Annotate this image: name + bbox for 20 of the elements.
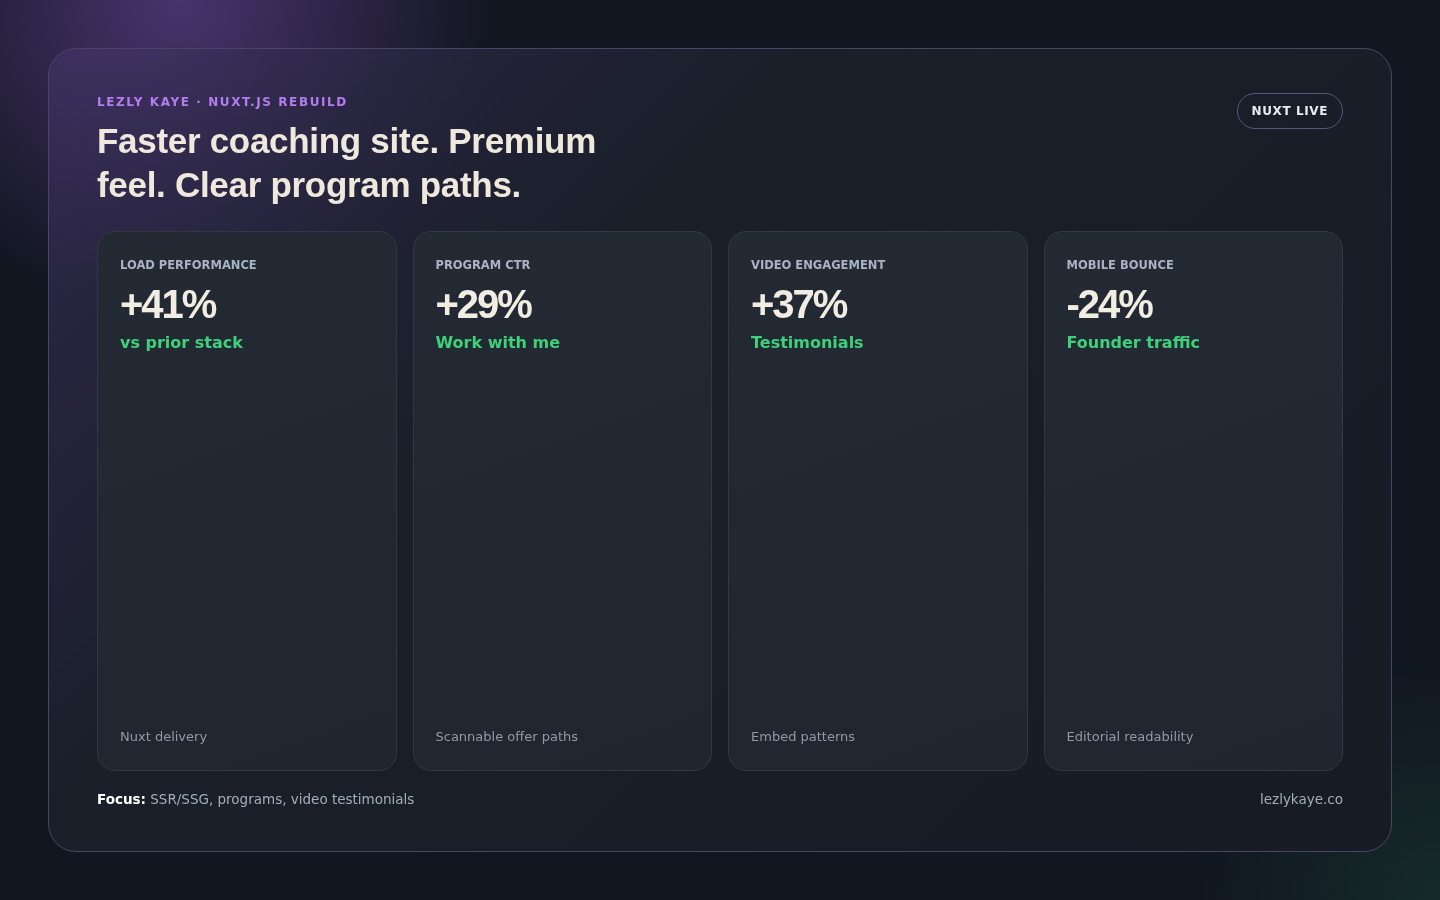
site-url: lezlykaye.co	[1260, 791, 1343, 807]
metric-value: +29%	[435, 282, 533, 327]
eyebrow-label: LEZLY KAYE · NUXT.JS REBUILD	[97, 95, 349, 109]
metric-footer: Scannable offer paths	[435, 729, 689, 744]
metric-note: Testimonials	[751, 333, 865, 352]
metric-note: vs prior stack	[120, 333, 244, 352]
metric-value: +37%	[751, 282, 848, 327]
metric-note: Work with me	[435, 333, 562, 352]
metric-footer: Editorial readability	[1066, 729, 1320, 744]
metric-footer: Embed patterns	[751, 729, 1005, 744]
metric-footer: Nuxt delivery	[120, 729, 374, 744]
metric-label: PROGRAM CTR	[435, 258, 532, 272]
metric-label: VIDEO ENGAGEMENT	[751, 258, 887, 272]
metric-label: MOBILE BOUNCE	[1066, 258, 1175, 272]
metric-note: Founder traffic	[1066, 333, 1201, 352]
focus-text: Focus: SSR/SSG, programs, video testimonials	[97, 791, 415, 807]
metric-value: +41%	[120, 282, 217, 327]
metric-value: -24%	[1066, 282, 1154, 327]
headline: Faster coaching site. Premium feel. Clear program paths.	[97, 120, 597, 206]
metric-label: LOAD PERFORMANCE	[120, 258, 258, 272]
